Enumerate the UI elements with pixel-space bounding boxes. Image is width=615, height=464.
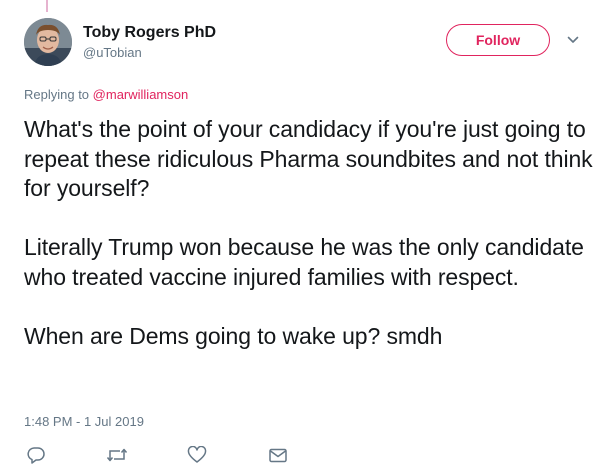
tweet-timestamp[interactable]: 1:48 PM - 1 Jul 2019: [24, 413, 144, 431]
reply-icon[interactable]: [26, 446, 46, 464]
follow-button[interactable]: Follow: [446, 24, 550, 56]
tweet-text: What's the point of your candidacy if yo…: [24, 115, 594, 351]
tweet-paragraph: Literally Trump won because he was the o…: [24, 234, 584, 290]
avatar-image: [24, 18, 72, 66]
reply-context-prefix: Replying to: [24, 87, 90, 102]
reply-context: Replying to @marwilliamson: [24, 86, 188, 104]
tweet-actions: [24, 446, 324, 464]
tweet-header: Toby Rogers PhD @uTobian Follow: [0, 14, 615, 74]
retweet-icon[interactable]: [106, 446, 128, 464]
thread-connector-line: [46, 0, 48, 12]
author-info: Toby Rogers PhD @uTobian: [83, 23, 216, 62]
chevron-down-icon[interactable]: [566, 33, 580, 47]
tweet-paragraph: What's the point of your candidacy if yo…: [24, 116, 593, 201]
envelope-icon[interactable]: [268, 446, 288, 464]
heart-icon[interactable]: [187, 446, 207, 464]
author-handle[interactable]: @uTobian: [83, 44, 216, 62]
avatar[interactable]: [24, 18, 72, 66]
tweet-paragraph: When are Dems going to wake up? smdh: [24, 322, 443, 349]
reply-mention-link[interactable]: @marwilliamson: [93, 87, 189, 102]
author-display-name[interactable]: Toby Rogers PhD: [83, 23, 216, 43]
